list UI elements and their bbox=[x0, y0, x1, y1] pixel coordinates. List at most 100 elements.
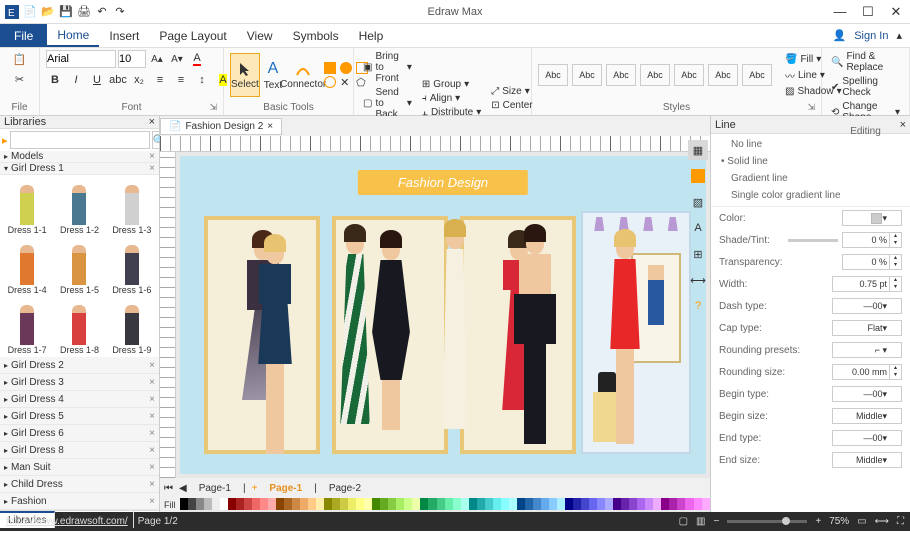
line-type-gradient[interactable]: Gradient line bbox=[719, 172, 902, 185]
library-thumbnail[interactable]: Dress 1-9 bbox=[107, 297, 157, 355]
save-icon[interactable]: 💾 bbox=[58, 4, 74, 20]
underline-icon[interactable]: U bbox=[88, 71, 106, 89]
spell-check-button[interactable]: ✔ Spelling Check bbox=[828, 75, 903, 99]
model-figure[interactable] bbox=[430, 219, 480, 464]
text-panel-icon[interactable]: A bbox=[688, 218, 708, 238]
tab-insert[interactable]: Insert bbox=[99, 24, 149, 47]
page-nav-prev-icon[interactable]: ◀ bbox=[179, 483, 187, 494]
color-swatch[interactable] bbox=[356, 498, 364, 510]
font-size-select[interactable] bbox=[118, 50, 146, 68]
color-swatch[interactable] bbox=[509, 498, 517, 510]
minimize-button[interactable]: — bbox=[830, 4, 850, 20]
category-row[interactable]: ▸Girl Dress 6× bbox=[0, 425, 159, 442]
style-preset[interactable]: Abc bbox=[640, 64, 670, 86]
style-preset[interactable]: Abc bbox=[674, 64, 704, 86]
color-swatch[interactable] bbox=[702, 498, 710, 510]
shrink-font-icon[interactable]: A▾ bbox=[168, 50, 186, 68]
category-row[interactable]: ▸Girl Dress 5× bbox=[0, 408, 159, 425]
group-button[interactable]: ⊞ Group ▾ bbox=[419, 78, 484, 91]
color-swatch[interactable] bbox=[252, 498, 260, 510]
color-swatch[interactable] bbox=[613, 498, 621, 510]
align-left-icon[interactable]: ≡ bbox=[172, 71, 190, 89]
library-search-input[interactable] bbox=[10, 131, 150, 149]
zoom-out-icon[interactable]: − bbox=[714, 516, 720, 527]
dimensions-panel-icon[interactable]: ⟷ bbox=[688, 270, 708, 290]
color-swatch[interactable] bbox=[653, 498, 661, 510]
color-swatch[interactable] bbox=[589, 498, 597, 510]
line-panel-icon[interactable] bbox=[688, 166, 708, 186]
fit-page-icon[interactable]: ▭ bbox=[857, 516, 866, 527]
shade-slider[interactable] bbox=[788, 239, 838, 242]
color-swatch[interactable] bbox=[260, 498, 268, 510]
page-nav-first-icon[interactable]: ⏮ bbox=[164, 483, 173, 494]
model-figure[interactable] bbox=[330, 224, 380, 464]
strike-icon[interactable]: abc bbox=[109, 71, 127, 89]
font-launcher-icon[interactable]: ⇲ bbox=[209, 102, 217, 113]
select-tool[interactable]: Select bbox=[230, 53, 260, 97]
style-preset[interactable]: Abc bbox=[606, 64, 636, 86]
color-swatch[interactable] bbox=[565, 498, 573, 510]
line-spacing-icon[interactable]: ↕ bbox=[193, 71, 211, 89]
color-swatch[interactable] bbox=[284, 498, 292, 510]
end-type-select[interactable]: — 00 ▾ bbox=[832, 430, 902, 446]
color-swatch[interactable] bbox=[196, 498, 204, 510]
bring-front-button[interactable]: ▣ Bring to Front ▾ bbox=[360, 50, 415, 85]
zoom-value[interactable]: 75% bbox=[829, 516, 849, 527]
category-row[interactable]: ▸Child Dress× bbox=[0, 476, 159, 493]
width-input[interactable]: 0.75 pt▴▾ bbox=[832, 276, 902, 292]
zoom-slider[interactable] bbox=[727, 520, 807, 523]
color-swatch[interactable] bbox=[372, 498, 380, 510]
color-swatch[interactable] bbox=[180, 498, 188, 510]
find-replace-button[interactable]: 🔍 Find & Replace bbox=[828, 50, 903, 74]
color-swatch[interactable] bbox=[461, 498, 469, 510]
text-tool[interactable]: AText bbox=[264, 53, 282, 97]
model-figure[interactable] bbox=[510, 224, 560, 464]
fit-width-icon[interactable]: ⟷ bbox=[875, 516, 889, 527]
category-row[interactable]: ▸Girl Dress 8× bbox=[0, 442, 159, 459]
color-swatch[interactable] bbox=[605, 498, 613, 510]
library-thumbnail[interactable]: Dress 1-4 bbox=[2, 237, 52, 295]
color-swatch[interactable] bbox=[404, 498, 412, 510]
color-swatch[interactable] bbox=[412, 498, 420, 510]
color-swatch[interactable] bbox=[420, 498, 428, 510]
print-icon[interactable]: 🖨 bbox=[76, 4, 92, 20]
library-thumbnail[interactable]: Dress 1-5 bbox=[54, 237, 104, 295]
style-preset[interactable]: Abc bbox=[572, 64, 602, 86]
model-figure[interactable] bbox=[250, 234, 300, 464]
zoom-in-icon[interactable]: + bbox=[815, 516, 821, 527]
color-swatch[interactable] bbox=[645, 498, 653, 510]
tab-close-icon[interactable]: × bbox=[267, 121, 273, 132]
library-thumbnail[interactable]: Dress 1-3 bbox=[107, 177, 157, 235]
file-tab[interactable]: File bbox=[0, 24, 47, 47]
color-swatch[interactable] bbox=[685, 498, 693, 510]
color-swatch[interactable] bbox=[380, 498, 388, 510]
rounding-preset-select[interactable]: ⌐ ▾ bbox=[832, 342, 902, 358]
signin-link[interactable]: Sign In bbox=[854, 30, 888, 42]
color-swatch[interactable] bbox=[533, 498, 541, 510]
bullets-icon[interactable]: ≡ bbox=[151, 71, 169, 89]
color-swatch[interactable] bbox=[637, 498, 645, 510]
end-size-select[interactable]: Middle ▾ bbox=[832, 452, 902, 468]
user-icon[interactable]: 👤 bbox=[833, 29, 847, 42]
font-color-icon[interactable]: A bbox=[188, 50, 206, 68]
view-normal-icon[interactable]: ▢ bbox=[679, 516, 688, 527]
color-swatch[interactable] bbox=[364, 498, 372, 510]
cap-select[interactable]: Flat ▾ bbox=[832, 320, 902, 336]
redo-icon[interactable]: ↷ bbox=[112, 4, 128, 20]
tab-home[interactable]: Home bbox=[47, 24, 99, 47]
color-swatch[interactable] bbox=[228, 498, 236, 510]
color-swatch[interactable] bbox=[388, 498, 396, 510]
category-row[interactable]: ▸Fashion× bbox=[0, 493, 159, 510]
color-swatch[interactable] bbox=[493, 498, 501, 510]
begin-type-select[interactable]: — 00 ▾ bbox=[832, 386, 902, 402]
color-swatch[interactable] bbox=[437, 498, 445, 510]
begin-size-select[interactable]: Middle ▾ bbox=[832, 408, 902, 424]
style-preset[interactable]: Abc bbox=[708, 64, 738, 86]
page-tab[interactable]: Page-2 bbox=[323, 481, 367, 496]
canvas[interactable]: Fashion Design bbox=[180, 156, 706, 474]
grow-font-icon[interactable]: A▴ bbox=[148, 50, 166, 68]
color-swatch[interactable] bbox=[220, 498, 228, 510]
cut-icon[interactable]: ✂ bbox=[11, 70, 29, 88]
shape-ellipse-icon[interactable] bbox=[324, 76, 336, 88]
color-swatch[interactable] bbox=[236, 498, 244, 510]
